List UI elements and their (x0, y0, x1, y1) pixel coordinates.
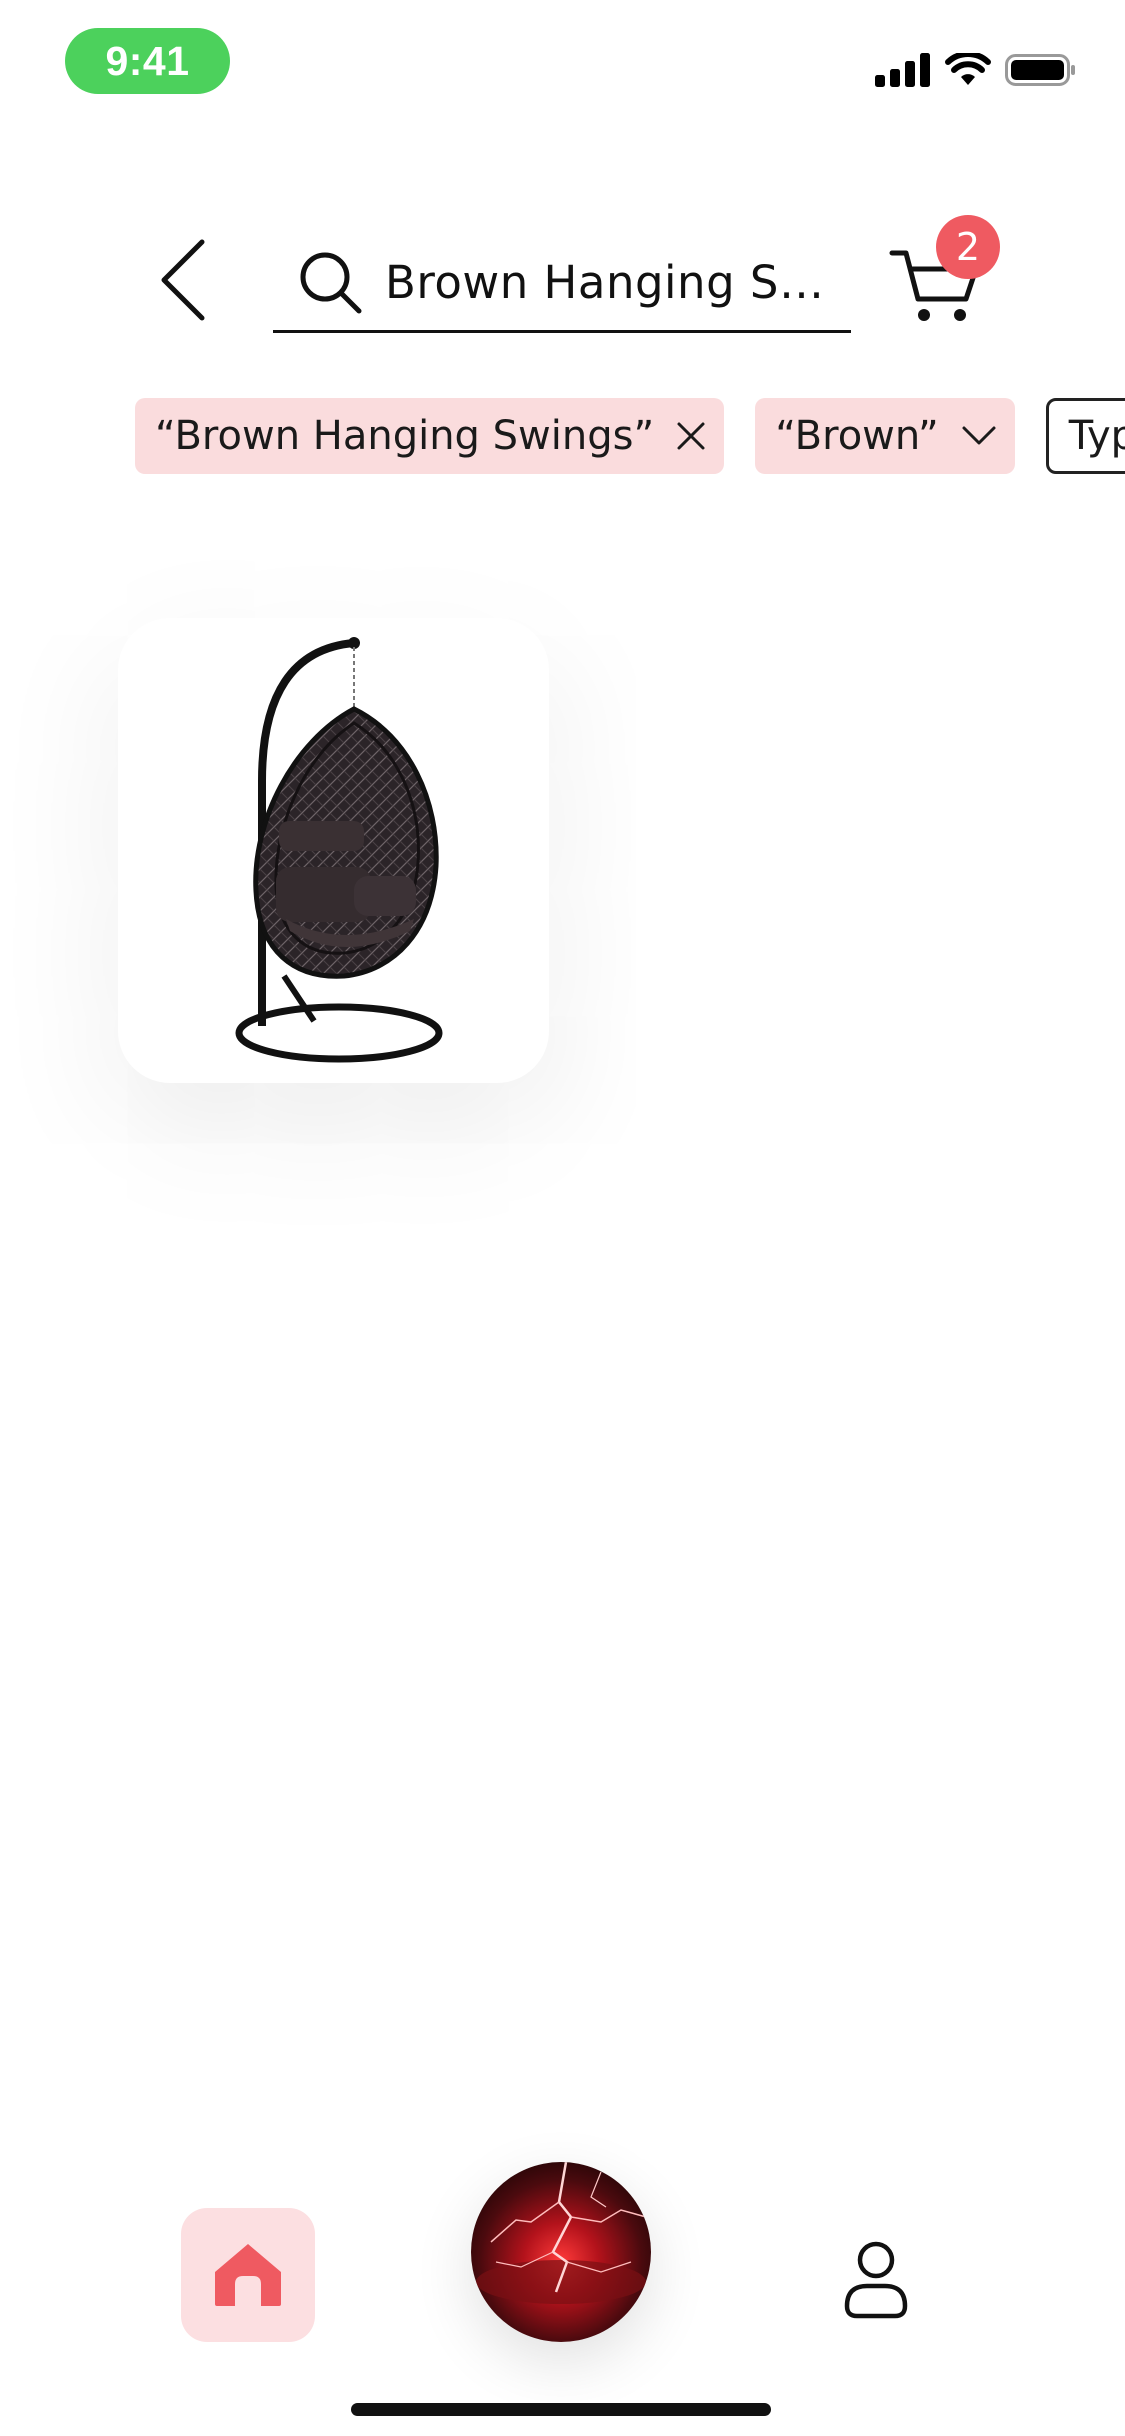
product-card[interactable] (118, 618, 549, 1083)
back-button[interactable] (148, 235, 218, 325)
filter-chip-brown[interactable]: “Brown” (755, 398, 1015, 474)
filter-chips: “Brown Hanging Swings” “Brown” Type (135, 398, 1125, 474)
search-input[interactable]: Brown Hanging Sw... (385, 256, 851, 309)
home-icon (215, 2244, 281, 2306)
cart-badge: 2 (936, 215, 1000, 279)
nav-profile-button[interactable] (836, 2230, 916, 2330)
filter-chip-label: “Brown” (775, 413, 939, 459)
chevron-down-icon (961, 425, 997, 447)
screen: 9:41 Brown Hanging Sw... 2 “Brown Hangin… (0, 0, 1125, 2436)
cart-button[interactable]: 2 (888, 215, 1008, 335)
signal-icon (875, 53, 930, 87)
wifi-icon (945, 53, 991, 85)
lightning-orb-image (471, 2162, 651, 2342)
battery-icon (1005, 54, 1075, 86)
home-indicator (351, 2403, 771, 2416)
search-bar[interactable]: Brown Hanging Sw... (273, 235, 851, 333)
close-icon[interactable] (676, 421, 706, 451)
status-icons (875, 50, 1077, 90)
profile-icon (844, 2241, 908, 2319)
filter-chip-brown-hanging-swings[interactable]: “Brown Hanging Swings” (135, 398, 725, 474)
filter-chip-type[interactable]: Type (1045, 398, 1125, 474)
nav-home-button[interactable] (181, 2208, 315, 2342)
search-icon (295, 247, 367, 319)
filter-chip-label: “Brown Hanging Swings” (155, 413, 655, 459)
chevron-left-icon (161, 239, 205, 321)
status-time: 9:41 (65, 28, 230, 94)
egg-hanging-swing-chair-image (235, 636, 442, 1062)
nav-center-button[interactable] (471, 2162, 651, 2342)
filter-chip-label: Type (1068, 413, 1125, 459)
